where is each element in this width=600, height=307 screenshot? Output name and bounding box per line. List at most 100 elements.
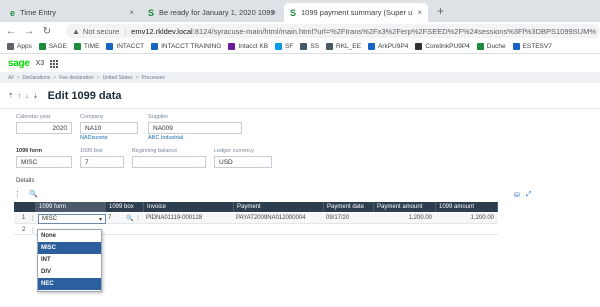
- beginning-balance-input[interactable]: [132, 156, 206, 168]
- sage-logo[interactable]: sage: [8, 58, 30, 69]
- form-1099-select-value: MISC: [42, 216, 57, 222]
- box-1099-input[interactable]: 7: [80, 156, 124, 168]
- ledger-currency-input[interactable]: USD: [214, 156, 272, 168]
- breadcrumb-item[interactable]: United States: [103, 75, 133, 81]
- cell-1099-box[interactable]: 7: [108, 213, 111, 223]
- form-1099-field: 1099 form MISC: [16, 148, 72, 168]
- bookmark-icon: [367, 43, 375, 50]
- browser-nav-bar: ← → ↻ ▲ Not secure | emv12.rkldev.local …: [0, 22, 600, 40]
- tab-close-icon[interactable]: ×: [417, 8, 422, 17]
- not-secure-label: Not secure: [82, 26, 120, 36]
- tab-close-icon[interactable]: ×: [271, 8, 276, 17]
- column-header-1099-form[interactable]: 1099 form: [36, 202, 106, 212]
- bookmark-item[interactable]: SS: [300, 43, 319, 50]
- reload-icon[interactable]: ↻: [40, 26, 54, 37]
- bookmark-item[interactable]: RKL_EE: [326, 43, 361, 50]
- bookmark-icon: [38, 43, 46, 50]
- bookmark-item[interactable]: ArkPU9P4: [367, 43, 409, 50]
- column-header-payment-amount[interactable]: Payment amount: [374, 202, 436, 212]
- cell-1099-amount[interactable]: 1,200.00: [436, 213, 494, 223]
- app-grid-icon[interactable]: [50, 59, 59, 68]
- cell-payment-amount[interactable]: 1,200.00: [374, 213, 432, 223]
- column-header-payment[interactable]: Payment: [234, 202, 324, 212]
- breadcrumb-item[interactable]: All: [8, 75, 14, 81]
- form-1099-select[interactable]: MISC ▾: [38, 214, 106, 224]
- tab-title: Be ready for January 1, 2020 1099: [159, 8, 275, 17]
- dropdown-option-div[interactable]: DIV: [38, 266, 101, 278]
- grid-search-icon[interactable]: 🔍: [29, 190, 38, 198]
- grid-toolbar-left: ⋮ 🔍: [14, 190, 38, 198]
- new-tab-button[interactable]: +: [437, 4, 444, 18]
- dropdown-option-int[interactable]: INT: [38, 254, 101, 266]
- calendar-year-input[interactable]: 2020: [16, 122, 72, 134]
- record-nav-arrows-icon[interactable]: ⇡ ↑ ↓ ⇣: [8, 92, 40, 100]
- breadcrumb-separator: >: [135, 74, 139, 81]
- column-header-invoice[interactable]: Invoice: [144, 202, 234, 212]
- calendar-year-label: Calendar year: [16, 114, 51, 120]
- form-1099-input[interactable]: MISC: [16, 156, 72, 168]
- product-label: X3: [35, 60, 45, 67]
- bookmark-label: ArkPU9P4: [377, 43, 409, 50]
- box-1099-field: 1099 box 7: [80, 148, 124, 168]
- bookmark-icon: [151, 43, 159, 50]
- company-name-link[interactable]: NADiscrete: [80, 135, 138, 141]
- row-menu-icon[interactable]: ⋮: [30, 225, 36, 235]
- bookmark-icon: [73, 43, 81, 50]
- bookmark-label: Intacct KB: [238, 43, 269, 50]
- forward-arrow-icon[interactable]: →: [22, 26, 36, 37]
- bookmark-item[interactable]: Intacct KB: [228, 43, 268, 50]
- dropdown-option-none[interactable]: None: [38, 230, 101, 242]
- tab-title: 1099 payment summary (Super u: [301, 8, 413, 17]
- browser-tab-1099-payment-summary[interactable]: S 1099 payment summary (Super u ×: [284, 3, 428, 22]
- cell-invoice[interactable]: PIDNA01119-000128: [146, 213, 202, 223]
- row-menu-icon[interactable]: ⋮: [30, 213, 36, 223]
- box-1099-label: 1099 box: [80, 148, 103, 154]
- bookmark-icon: [512, 43, 520, 50]
- row-number: 2: [22, 227, 26, 233]
- chevron-down-icon[interactable]: ▾: [99, 216, 102, 223]
- bookmark-item[interactable]: ESTESV7: [512, 43, 552, 50]
- grid-menu-icon[interactable]: ⋮: [14, 190, 21, 198]
- row-number: 1: [22, 215, 26, 221]
- bookmark-item[interactable]: INTACCT: [106, 43, 144, 50]
- tab-close-icon[interactable]: ×: [129, 8, 134, 17]
- bookmark-item[interactable]: INTACCT TRAINING: [151, 43, 221, 50]
- cell-payment[interactable]: PAYAT2009NA012000004: [236, 213, 306, 223]
- dropdown-option-nec[interactable]: NEC: [38, 278, 101, 290]
- bookmark-label: SF: [285, 43, 294, 50]
- breadcrumb-item[interactable]: Declarations: [22, 75, 50, 81]
- grid-toolbar-right: ⛁ ⤢: [514, 191, 531, 199]
- bookmark-item[interactable]: Apps: [7, 43, 32, 50]
- bookmark-item[interactable]: SAGE: [38, 43, 67, 50]
- supplier-input[interactable]: NA009: [148, 122, 242, 134]
- bookmarks-bar: Apps SAGE TIME INTACCT INTACCT TRAINING Intac…: [0, 40, 600, 54]
- company-input[interactable]: NA10: [80, 122, 138, 134]
- breadcrumb-item[interactable]: Fee declaration: [59, 75, 93, 81]
- bookmark-item[interactable]: CorelinkPU9P4: [415, 43, 470, 50]
- bookmark-item[interactable]: SF: [275, 43, 293, 50]
- browser-tab-be-ready[interactable]: S Be ready for January 1, 2020 1099 ×: [142, 3, 282, 22]
- supplier-name-link[interactable]: ABC Industrial: [148, 135, 242, 141]
- page-title: Edit 1099 data: [47, 90, 122, 102]
- form-1099-label: 1099 form: [16, 148, 42, 154]
- bookmark-item[interactable]: Duche: [476, 43, 506, 50]
- bookmark-item[interactable]: TIME: [73, 43, 99, 50]
- cell-payment-date[interactable]: 09/17/20: [326, 213, 349, 223]
- browser-tab-time-entry[interactable]: e Time Entry ×: [4, 3, 140, 22]
- breadcrumb: All > Declarations > Fee declaration > United …: [0, 72, 600, 83]
- column-header-1099-box[interactable]: 1099 box: [106, 202, 144, 212]
- grid-database-icon[interactable]: ⛁: [514, 191, 520, 199]
- breadcrumb-item[interactable]: Processes: [142, 75, 165, 81]
- back-arrow-icon[interactable]: ←: [4, 26, 18, 37]
- column-header-1099-amount[interactable]: 1099 amount: [436, 202, 498, 212]
- row-search-icon[interactable]: 🔍 ⋮: [126, 213, 141, 223]
- column-header-payment-date[interactable]: Payment date: [324, 202, 374, 212]
- bookmark-label: Apps: [17, 43, 32, 50]
- address-bar[interactable]: ▲ Not secure | emv12.rkldev.local :8124/…: [66, 24, 600, 38]
- grid-expand-icon[interactable]: ⤢: [526, 191, 532, 199]
- bookmark-icon: [7, 43, 14, 50]
- supplier-label: Supplier: [148, 114, 169, 120]
- dropdown-option-misc[interactable]: MISC: [38, 242, 101, 254]
- tab-title: Time Entry: [20, 8, 56, 17]
- supplier-field: Supplier NA009 ABC Industrial: [148, 114, 242, 141]
